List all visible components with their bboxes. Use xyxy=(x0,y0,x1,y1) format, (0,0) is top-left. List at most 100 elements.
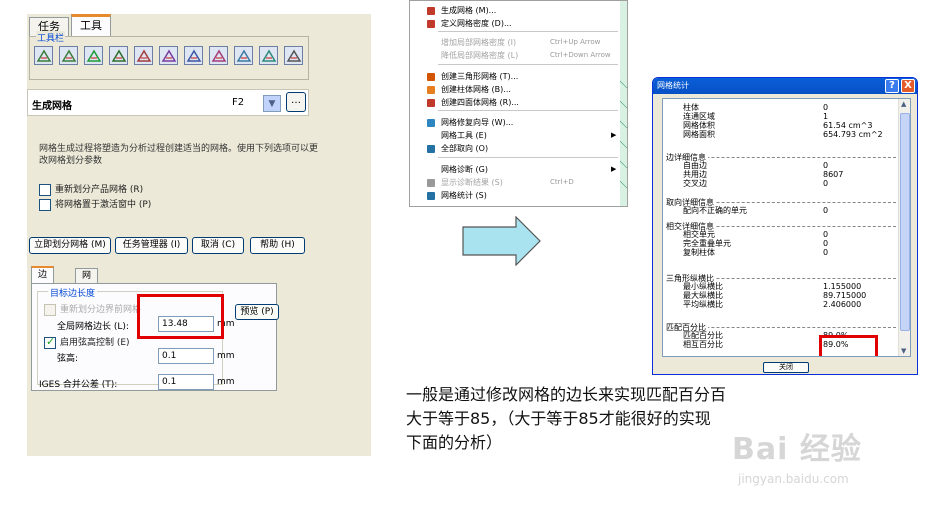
help-icon[interactable]: ? xyxy=(885,79,899,93)
submenu-arrow-icon: ▶ xyxy=(611,165,617,173)
remesh-product-checkbox[interactable] xyxy=(39,183,51,196)
print-icon[interactable] xyxy=(284,46,303,65)
remesh-boundary-option[interactable]: 重新划分边界前网格 xyxy=(44,302,142,316)
remesh-boundary-label: 重新划分边界前网格 xyxy=(60,305,142,315)
stat-label: 最大纵横比 xyxy=(683,291,723,300)
tetra-mesh-icon xyxy=(427,99,435,107)
highlight-box-edge xyxy=(137,294,224,339)
menu-item[interactable]: 网格统计 (S) xyxy=(410,189,620,202)
mesh-check-icon[interactable] xyxy=(234,46,253,65)
mesh-statistics-dialog: 网格统计 ? X 柱体 0 连通区域 1 网格体积 61.54 cm^3 网格面积 654.7… xyxy=(652,77,918,375)
stat-label: 网格体积 xyxy=(683,121,715,130)
top-tabs: 任务 工具 xyxy=(27,14,371,36)
mesh-distribute-icon[interactable] xyxy=(209,46,228,65)
mesh-surface-icon[interactable] xyxy=(34,46,53,65)
menu-item[interactable]: 网格工具 (E) ▶ xyxy=(410,129,620,142)
menu-item-label: 网格工具 (E) xyxy=(441,131,487,140)
tab-mesh-control[interactable]: 网格控制 xyxy=(75,268,99,323)
iges-tolerance-label: IGES 合并公差 (T): xyxy=(39,380,118,390)
help-button[interactable]: 帮助 (H) xyxy=(250,237,305,254)
chord-control-label: 启用弦高控制 (E) xyxy=(60,338,130,348)
scroll-up-icon[interactable]: ▲ xyxy=(901,100,906,108)
place-mesh-option[interactable]: 将网格置于激活窗中 (P) xyxy=(39,197,152,211)
menu-item[interactable]: 创建四面体网格 (R)... xyxy=(410,96,620,109)
green-diamond-icon[interactable] xyxy=(84,46,103,65)
menu-item-label: 创建柱体网格 (B)... xyxy=(441,85,511,94)
close-icon[interactable]: X xyxy=(901,79,915,93)
module-shortcut: F2 xyxy=(232,97,245,108)
chord-input[interactable]: 0.1 xyxy=(158,348,214,364)
mesh-split-icon[interactable] xyxy=(134,46,153,65)
module-title: 生成网格 xyxy=(32,101,72,112)
place-mesh-label: 将网格置于激活窗中 (P) xyxy=(55,200,152,210)
chord-control-checkbox[interactable] xyxy=(44,335,56,349)
menu-item-label: 生成网格 (M)... xyxy=(441,6,497,15)
mesh-menu: 生成网格 (M)... 定义网格密度 (D)... 增加局部网格密度 (I) Ctrl… xyxy=(409,0,628,207)
menu-item-label: 网格修复向导 (W)... xyxy=(441,118,514,127)
menu-item[interactable]: 网格修复向导 (W)... xyxy=(410,116,620,129)
menu-item-label: 创建三角形网格 (T)... xyxy=(441,72,519,81)
more-button[interactable]: … xyxy=(286,92,306,112)
remesh-product-label: 重新划分产品网格 (R) xyxy=(55,185,144,195)
module-selector: 生成网格 F2 ▼ … xyxy=(27,89,309,116)
preview-button[interactable]: 预览 (P) xyxy=(235,304,279,320)
menu-shortcut: Ctrl+Down Arrow xyxy=(550,51,611,59)
baidu-watermark: Bai 经验 jingyan.baidu.com xyxy=(732,404,932,494)
mesh-now-button[interactable]: 立即划分网格 (M) xyxy=(29,237,111,254)
tab-tools[interactable]: 工具 xyxy=(71,14,111,36)
iges-tolerance-input[interactable]: 0.1 xyxy=(158,374,214,390)
menu-item-label: 显示诊断结果 (S) xyxy=(441,178,503,187)
stat-value: 0 xyxy=(823,206,829,215)
menu-item-label: 定义网格密度 (D)... xyxy=(441,19,512,28)
stat-label: 匹配百分比 xyxy=(683,331,723,340)
watermark-logo: Bai 经验 xyxy=(732,432,862,467)
stat-value: 1.155000 xyxy=(823,282,862,291)
menu-item[interactable]: 增加局部网格密度 (I) Ctrl+Up Arrow xyxy=(410,36,620,49)
chord-control-option[interactable]: 启用弦高控制 (E) xyxy=(44,335,130,349)
mesh-orient-icon[interactable] xyxy=(259,46,278,65)
scroll-thumb[interactable] xyxy=(900,113,910,331)
stat-label: 平均纵横比 xyxy=(683,300,723,309)
menu-item[interactable]: 生成网格 (M)... xyxy=(410,4,620,17)
menu-separator xyxy=(438,110,618,111)
menu-item[interactable]: 创建柱体网格 (B)... xyxy=(410,83,620,96)
stat-label: 连通区域 xyxy=(683,112,715,121)
menu-item[interactable]: 全部取向 (O) xyxy=(410,142,620,155)
watermark-url: jingyan.baidu.com xyxy=(738,472,849,486)
mesh-refine-icon[interactable] xyxy=(159,46,178,65)
submenu-arrow-icon: ▶ xyxy=(611,131,617,139)
menu-item[interactable]: 降低局部网格密度 (L) Ctrl+Down Arrow xyxy=(410,49,620,62)
scroll-down-icon[interactable]: ▼ xyxy=(901,347,906,355)
stat-value: 1 xyxy=(823,112,829,121)
menu-item[interactable]: 网格诊断 (G) ▶ xyxy=(410,163,620,176)
task-manager-button[interactable]: 任务管理器 (I) xyxy=(115,237,188,254)
stat-label: 完全重叠单元 xyxy=(683,239,731,248)
close-button[interactable]: 关闭 xyxy=(763,362,809,373)
stat-value: 61.54 cm^3 xyxy=(823,121,873,130)
chevron-down-icon[interactable]: ▼ xyxy=(263,95,281,112)
menu-item[interactable]: 显示诊断结果 (S) Ctrl+D xyxy=(410,176,620,189)
mesh-coarsen-icon[interactable] xyxy=(184,46,203,65)
stat-value: 8607 xyxy=(823,170,844,179)
remesh-product-option[interactable]: 重新划分产品网格 (R) xyxy=(39,182,144,196)
menu-item[interactable]: 创建三角形网格 (T)... xyxy=(410,70,620,83)
caption-text: 一般是通过修改网格的边长来实现匹配百分百大于等于85，（大于等于85才能很好的实… xyxy=(406,385,727,452)
stat-value: 0 xyxy=(823,103,829,112)
menu-item-label: 全部取向 (O) xyxy=(441,144,489,153)
stat-label: 最小纵横比 xyxy=(683,282,723,291)
diagnostics-icon xyxy=(427,179,435,187)
orient-icon xyxy=(427,145,435,153)
menu-item[interactable]: 定义网格密度 (D)... xyxy=(410,17,620,30)
stat-label: 柱体 xyxy=(683,103,699,112)
mesh-density-icon xyxy=(427,20,435,28)
remesh-boundary-checkbox[interactable] xyxy=(44,303,56,316)
place-mesh-checkbox[interactable] xyxy=(39,198,51,211)
mesh-triangle-icon[interactable] xyxy=(59,46,78,65)
cancel-button[interactable]: 取消 (C) xyxy=(192,237,244,254)
group-title: 目标边长度 xyxy=(48,286,98,299)
stack-arrow-icon[interactable] xyxy=(109,46,128,65)
menu-item-label: 创建四面体网格 (R)... xyxy=(441,98,519,107)
dialog-scrollbar[interactable]: ▲ ▼ xyxy=(898,99,910,356)
tab-edge-length[interactable]: 边长 xyxy=(31,266,55,294)
stat-value: 654.793 cm^2 xyxy=(823,130,883,139)
